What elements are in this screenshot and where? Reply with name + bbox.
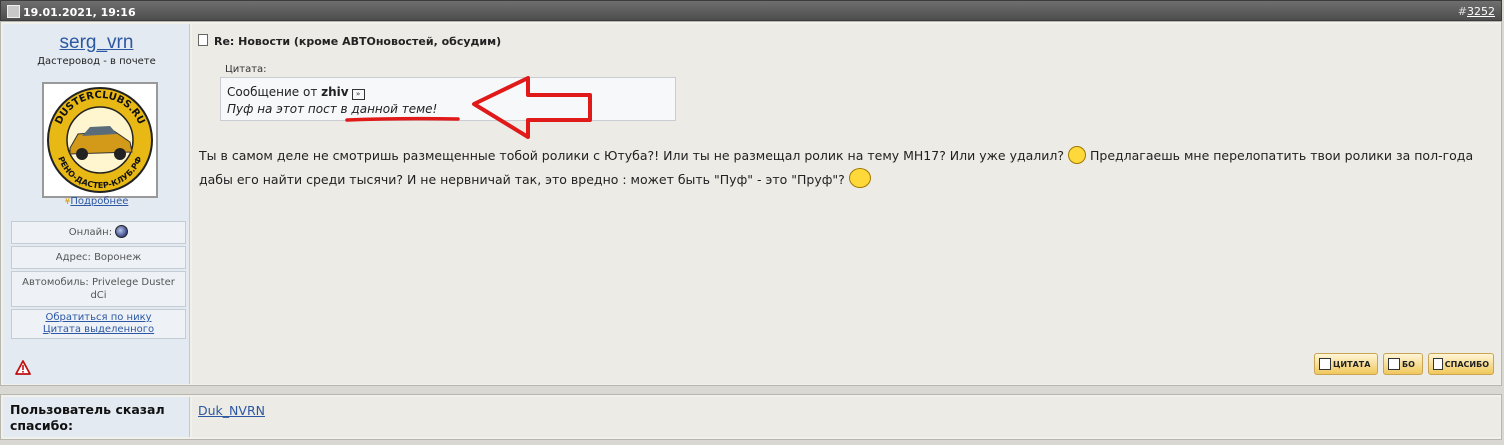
more-info: ¥Подробнее: [3, 196, 190, 207]
thanks-users: Duk_NVRN: [192, 397, 1500, 437]
post-number: #3252: [1457, 5, 1495, 18]
address-by-nick-link[interactable]: Обратиться по нику: [45, 312, 151, 323]
message-text: Ты в самом деле не смотришь размещенные …: [199, 146, 1474, 188]
post-header: 19.01.2021, 19:16 #3252: [0, 0, 1502, 21]
username-link[interactable]: serg_vrn: [3, 32, 190, 54]
thanks-button[interactable]: СПАСИБО: [1428, 353, 1494, 375]
avatar[interactable]: DUSTERCLUBS.RU РЕНО-ДАСТЕР-КЛУБ.РФ: [42, 82, 158, 198]
post-date: 19.01.2021, 19:16: [7, 5, 136, 19]
more-info-link[interactable]: Подробнее: [70, 196, 128, 207]
quote-button[interactable]: ЦИТАТА: [1314, 353, 1378, 375]
laughing-smiley-icon: [1068, 146, 1086, 164]
post-icon: [7, 5, 20, 18]
post-number-link[interactable]: 3252: [1467, 5, 1495, 18]
quote-selected-link[interactable]: Цитата выделенного: [43, 324, 154, 335]
thanks-label: Пользователь сказал спасибо:: [3, 397, 190, 437]
online-status-icon: [115, 225, 129, 238]
user-sidebar: serg_vrn Дастеровод - в почете DUSTERCLU…: [3, 24, 190, 384]
online-status: Онлайн:: [11, 221, 186, 244]
thanks-icon: [1433, 358, 1443, 370]
multiquote-button[interactable]: БО: [1383, 353, 1423, 375]
user-car: Автомобиль: Privelege Duster dCi: [11, 271, 186, 307]
user-title: Дастеровод - в почете: [37, 56, 156, 67]
post-body: Re: Новости (кроме АВТОновостей, обсудим…: [192, 24, 1500, 384]
user-links: Обратиться по нику Цитата выделенного: [11, 309, 186, 339]
multiquote-icon: [1388, 358, 1400, 370]
warning-icon[interactable]: [15, 360, 31, 376]
quote-icon: [1319, 358, 1331, 370]
red-arrow-annotation: [345, 76, 592, 139]
thanks-user-link[interactable]: Duk_NVRN: [198, 403, 265, 418]
post-container: serg_vrn Дастеровод - в почете DUSTERCLU…: [0, 21, 1502, 386]
user-address: Адрес: Воронеж: [11, 246, 186, 269]
post-buttons: ЦИТАТА БО СПАСИБО: [1314, 353, 1494, 375]
waving-smiley-icon: [848, 168, 871, 188]
thanks-section: Пользователь сказал спасибо: Duk_NVRN: [0, 394, 1502, 440]
